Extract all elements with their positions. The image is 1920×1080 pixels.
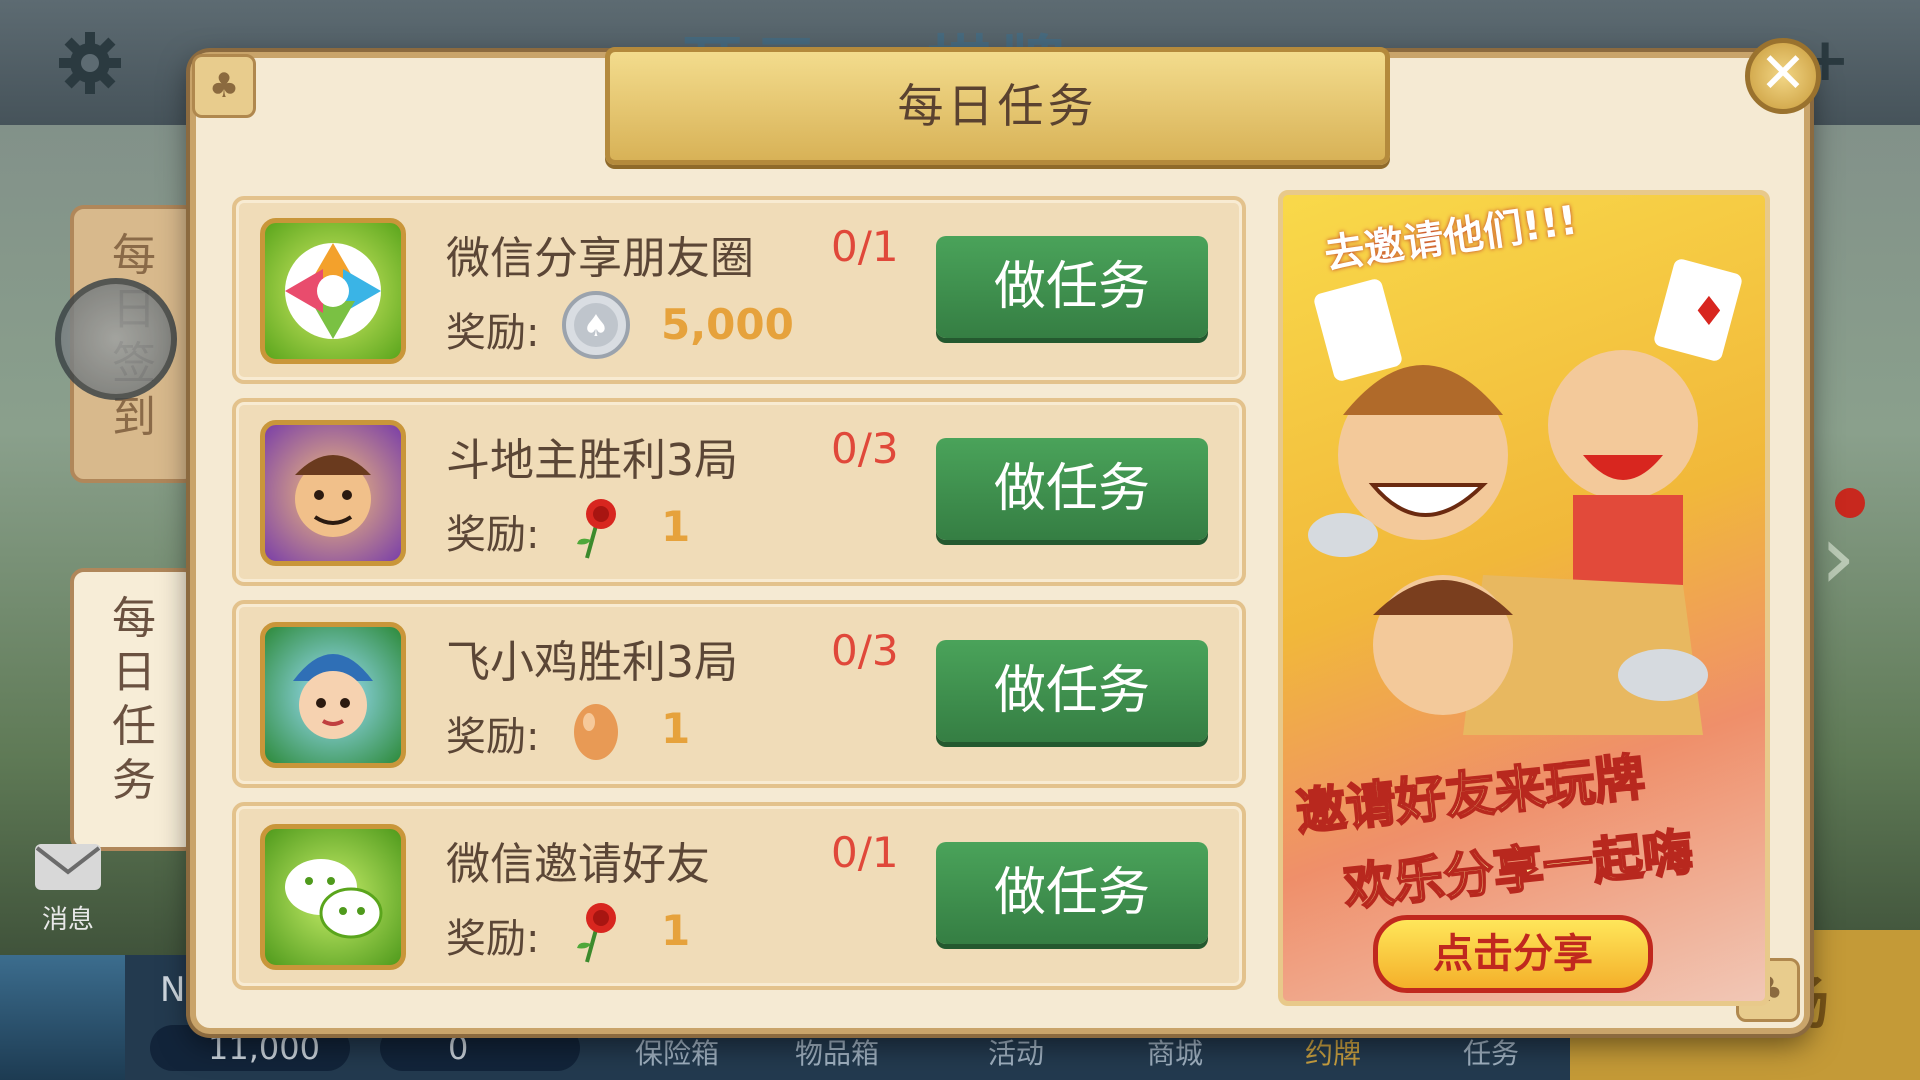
egg-icon: [561, 694, 631, 764]
nav-safe[interactable]: 保险箱: [635, 1032, 719, 1072]
do-task-button[interactable]: 做任务: [936, 438, 1208, 540]
player-name: N: [160, 970, 186, 1010]
settings-gear-icon[interactable]: [55, 28, 125, 98]
task-name: 微信分享朋友圈: [446, 233, 754, 284]
wechat-icon: [260, 824, 406, 970]
task-row: 微信分享朋友圈 0/1 奖励: ♠ 5,000 做任务: [232, 196, 1246, 384]
share-button[interactable]: 点击分享: [1373, 915, 1653, 993]
reward-amount: 1: [661, 502, 691, 551]
do-task-button[interactable]: 做任务: [936, 640, 1208, 742]
club-corner-icon: ♣: [192, 54, 256, 118]
nav-items[interactable]: 物品箱: [795, 1032, 879, 1072]
chevron-right-icon[interactable]: ›: [1820, 505, 1856, 610]
task-progress: 0/1: [831, 222, 899, 271]
reward-amount: 1: [661, 906, 691, 955]
task-progress: 0/1: [831, 828, 899, 877]
nav-appointment[interactable]: 约牌: [1305, 1032, 1361, 1072]
coin-amount: 11,000: [208, 1029, 320, 1067]
task-name: 微信邀请好友: [446, 839, 710, 890]
svg-text:♠: ♠: [583, 309, 610, 344]
dialog-title-banner: 每日任务: [605, 47, 1390, 165]
reward-amount: 1: [661, 704, 691, 753]
message-button[interactable]: 消息: [28, 842, 108, 937]
clock-icon: [55, 278, 177, 400]
reward-amount: 5,000: [661, 300, 794, 349]
task-progress: 0/3: [831, 626, 899, 675]
svg-text:♦: ♦: [1691, 289, 1727, 335]
nav-tasks[interactable]: 任务: [1463, 1032, 1519, 1072]
invite-friends-banner[interactable]: ♦ 去邀请他们!!! 邀请好友来玩牌 欢乐分享一起嗨 点击分享: [1278, 190, 1770, 1006]
task-name: 飞小鸡胜利3局: [446, 637, 738, 688]
envelope-icon: [35, 844, 101, 890]
task-name: 斗地主胜利3局: [446, 435, 738, 486]
reward-label: 奖励:: [446, 310, 540, 356]
message-label: 消息: [41, 905, 94, 935]
dialog-title: 每日任务: [897, 79, 1098, 133]
reward-label: 奖励:: [446, 714, 540, 760]
task-progress: 0/3: [831, 424, 899, 473]
gold-amount: 0: [448, 1029, 469, 1067]
task-row: 斗地主胜利3局 0/3 奖励: 1 做任务: [232, 398, 1246, 586]
rose-icon: [561, 492, 631, 562]
reward-label: 奖励:: [446, 512, 540, 558]
tab-daily-tasks[interactable]: 每日任务: [70, 568, 198, 851]
task-row: 飞小鸡胜利3局 0/3 奖励: 1 做任务: [232, 600, 1246, 788]
nav-activity[interactable]: 活动: [988, 1032, 1044, 1072]
task-row: 微信邀请好友 0/1 奖励: 1 做任务: [232, 802, 1246, 990]
rose-icon: [561, 896, 631, 966]
landlord-game-icon: [260, 420, 406, 566]
cartoon-players-illustration: ♦: [1308, 259, 1742, 735]
tab-daily-tasks-label: 每日任务: [112, 593, 156, 806]
do-task-button[interactable]: 做任务: [936, 842, 1208, 944]
close-button[interactable]: ✕: [1745, 38, 1821, 114]
reward-label: 奖励:: [446, 916, 540, 962]
nav-shop[interactable]: 商城: [1147, 1032, 1203, 1072]
do-task-button[interactable]: 做任务: [936, 236, 1208, 338]
player-avatar[interactable]: [0, 955, 125, 1080]
wechat-moments-icon: [260, 218, 406, 364]
silver-coin-icon: ♠: [561, 290, 631, 360]
flying-chicken-game-icon: [260, 622, 406, 768]
